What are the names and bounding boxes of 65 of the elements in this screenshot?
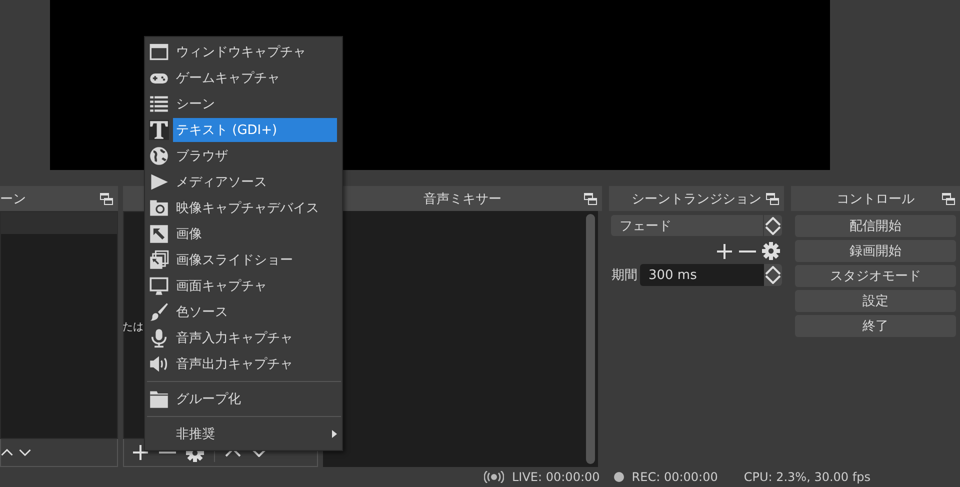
settings-icon[interactable] <box>762 242 780 260</box>
control-button[interactable]: 録画開始 <box>794 240 956 262</box>
move-up-icon[interactable] <box>764 216 781 226</box>
menu-item[interactable]: 音声出力キャプチャ <box>173 352 337 376</box>
cpu-usage: CPU: 2.3%, 30.00 fps <box>744 470 870 484</box>
menu-item[interactable]: テキスト (GDI+) <box>173 118 337 142</box>
source-type-icon <box>149 42 169 62</box>
live-timer: LIVE: 00:00:00 <box>512 470 600 484</box>
source-type-icon <box>149 224 169 244</box>
menu-item[interactable]: ゲームキャプチャ <box>173 66 337 90</box>
menu-item[interactable]: 色ソース <box>173 300 337 324</box>
source-type-icon <box>149 389 169 409</box>
menu-item[interactable]: 画面キャプチャ <box>173 274 337 298</box>
duration-label: 期間 <box>611 267 638 284</box>
source-type-icon <box>149 172 169 192</box>
hint-text: たは <box>122 320 144 334</box>
move-up-icon[interactable] <box>224 448 240 457</box>
control-button[interactable]: 終了 <box>794 315 956 337</box>
source-type-icon <box>149 198 169 218</box>
menu-item[interactable]: 画像 <box>173 222 337 246</box>
move-down-icon[interactable] <box>764 226 781 234</box>
scrollbar[interactable] <box>586 214 596 464</box>
menu-item[interactable]: メディアソース <box>173 170 337 194</box>
source-type-icon <box>149 146 169 166</box>
record-indicator-icon <box>614 472 624 482</box>
menu-item[interactable]: ブラウザ <box>173 144 337 168</box>
move-up-icon[interactable] <box>764 266 781 275</box>
undock-icon[interactable] <box>766 193 779 205</box>
undock-icon[interactable] <box>584 193 598 205</box>
duration-field[interactable]: 300 ms <box>640 264 782 286</box>
menu-item[interactable]: グループ化 <box>173 387 337 411</box>
dock-title: ーン <box>0 190 26 208</box>
dock-title: シーントランジション <box>632 190 762 208</box>
source-type-icon <box>149 302 169 322</box>
add-icon[interactable] <box>716 242 733 260</box>
add-icon[interactable] <box>132 444 148 461</box>
source-type-icon <box>149 94 169 114</box>
broadcast-icon <box>484 471 504 483</box>
menu-item[interactable]: 音声入力キャプチャ <box>173 326 337 350</box>
undock-icon[interactable] <box>100 193 112 205</box>
dock-title: 音声ミキサー <box>424 190 502 208</box>
source-type-icon <box>149 354 169 374</box>
undock-icon[interactable] <box>942 193 955 205</box>
menu-item[interactable]: シーン <box>173 92 337 116</box>
source-type-icon <box>149 276 169 296</box>
move-down-icon[interactable] <box>19 448 31 457</box>
menu-item[interactable]: ウィンドウキャプチャ <box>173 40 337 64</box>
control-button[interactable]: スタジオモード <box>794 265 956 287</box>
menu-item[interactable]: 映像キャプチャデバイス <box>173 196 337 220</box>
dock-title: コントロール <box>836 190 914 208</box>
source-type-icon <box>149 120 169 140</box>
submenu-item[interactable]: 非推奨 <box>173 422 328 446</box>
submenu-arrow-icon <box>332 430 337 438</box>
control-button[interactable]: 設定 <box>794 290 956 312</box>
source-type-icon <box>149 328 169 348</box>
move-up-icon[interactable] <box>1 448 13 457</box>
remove-icon[interactable] <box>158 451 176 454</box>
source-type-icon <box>149 250 169 270</box>
control-button[interactable]: 配信開始 <box>794 215 956 237</box>
rec-timer: REC: 00:00:00 <box>632 470 718 484</box>
move-down-icon[interactable] <box>764 275 781 284</box>
remove-icon[interactable] <box>738 250 756 252</box>
transition-dropdown[interactable]: フェード <box>611 215 782 236</box>
menu-item[interactable]: 画像スライドショー <box>173 248 337 272</box>
move-down-icon[interactable] <box>250 448 266 457</box>
